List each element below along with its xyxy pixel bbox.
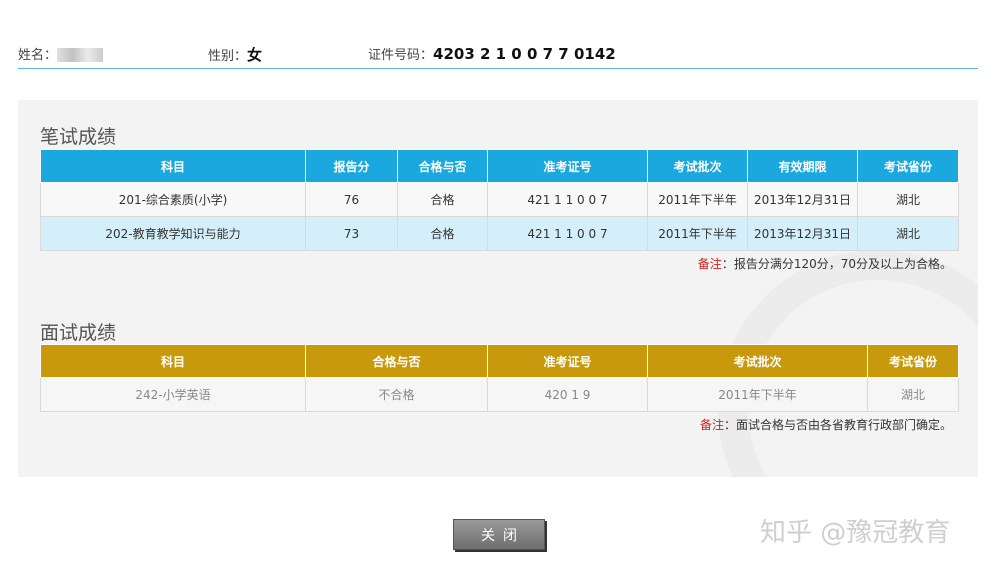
written-table-cell: 421 1 1 0 0 7: [487, 182, 648, 217]
written-col-header: 考试省份: [857, 149, 959, 183]
interview-note-text: ：面试合格与否由各省教育行政部门确定。: [723, 418, 952, 432]
written-title: 笔试成绩: [40, 126, 117, 148]
written-col-header: 报告分: [305, 149, 398, 183]
written-table-cell: 73: [305, 216, 398, 251]
written-table-cell: 202-教育教学知识与能力: [40, 216, 306, 251]
interview-col-header: 合格与否: [305, 344, 488, 378]
interview-header-row: 科目 合格与否 准考证号 考试批次 考试省份: [40, 344, 959, 378]
interview-table-cell: 242-小学英语: [40, 377, 306, 412]
written-table-cell: 76: [305, 182, 398, 217]
interview-table-cell: 420 1 9: [487, 377, 648, 412]
name-label: 姓名：: [18, 48, 58, 63]
written-note-label: 备注: [697, 257, 722, 271]
written-table-row: 201-综合素质(小学) 76 合格 421 1 1 0 0 7 2011年下半年 201…: [40, 182, 959, 217]
written-scores-table: 科目 报告分 合格与否 准考证号 考试批次 有效期限 考试省份 201-综合素质(小学) 76…: [40, 149, 959, 251]
interview-col-header: 考试批次: [647, 344, 868, 378]
interview-title: 面试成绩: [40, 322, 117, 344]
interview-table-row: 242-小学英语 不合格 420 1 9 2011年下半年 湖北: [40, 377, 959, 412]
written-table-cell: 2013年12月31日: [747, 216, 858, 251]
interview-table-cell: 2011年下半年: [647, 377, 868, 412]
written-table-cell: 合格: [397, 216, 488, 251]
interview-col-header: 科目: [40, 344, 306, 378]
written-table-cell: 湖北: [857, 182, 959, 217]
gender-field: 性别：女: [208, 44, 262, 65]
written-col-header: 合格与否: [397, 149, 488, 183]
written-table-cell: 2013年12月31日: [747, 182, 858, 217]
scores-panel: 笔试成绩 科目 报告分 合格与否 准考证号 考试批次 有效期限 考试省份 201-综合素质(…: [18, 100, 978, 477]
written-note-text: ：报告分满分120分，70分及以上为合格。: [721, 257, 952, 271]
written-note: 备注：报告分满分120分，70分及以上为合格。: [698, 255, 952, 272]
name-field: 姓名：: [18, 44, 104, 63]
id-label: 证件号码：: [368, 48, 434, 63]
written-header-row: 科目 报告分 合格与否 准考证号 考试批次 有效期限 考试省份: [40, 149, 959, 183]
id-field: 证件号码：4203 2 1 0 0 7 7 0142: [368, 44, 616, 63]
id-value: 4203 2 1 0 0 7 7 0142: [433, 45, 616, 63]
written-table-cell: 合格: [397, 182, 488, 217]
written-table-cell: 2011年下半年: [647, 182, 748, 217]
candidate-header: 姓名： 性别：女 证件号码：4203 2 1 0 0 7 7 0142: [18, 40, 978, 69]
written-table-cell: 湖北: [857, 216, 959, 251]
interview-scores-table: 科目 合格与否 准考证号 考试批次 考试省份 242-小学英语 不合格 420 1 9 201…: [40, 344, 959, 412]
written-table-cell: 201-综合素质(小学): [40, 182, 306, 217]
interview-table-cell: 湖北: [867, 377, 959, 412]
close-button[interactable]: 关闭: [453, 519, 545, 550]
interview-note-label: 备注: [699, 418, 724, 432]
written-col-header: 科目: [40, 149, 306, 183]
brand-watermark: 知乎 @豫冠教育: [760, 518, 951, 548]
written-col-header: 有效期限: [747, 149, 858, 183]
written-table-row: 202-教育教学知识与能力 73 合格 421 1 1 0 0 7 2011年下半年 20…: [40, 216, 959, 251]
written-col-header: 考试批次: [647, 149, 748, 183]
name-redacted: [57, 48, 104, 62]
written-col-header: 准考证号: [487, 149, 648, 183]
interview-col-header: 准考证号: [487, 344, 648, 378]
interview-table-cell: 不合格: [305, 377, 488, 412]
interview-col-header: 考试省份: [867, 344, 959, 378]
written-table-cell: 421 1 1 0 0 7: [487, 216, 648, 251]
written-table-cell: 2011年下半年: [647, 216, 748, 251]
gender-label: 性别：: [208, 49, 248, 64]
interview-note: 备注：面试合格与否由各省教育行政部门确定。: [700, 416, 952, 433]
gender-value: 女: [247, 46, 263, 64]
